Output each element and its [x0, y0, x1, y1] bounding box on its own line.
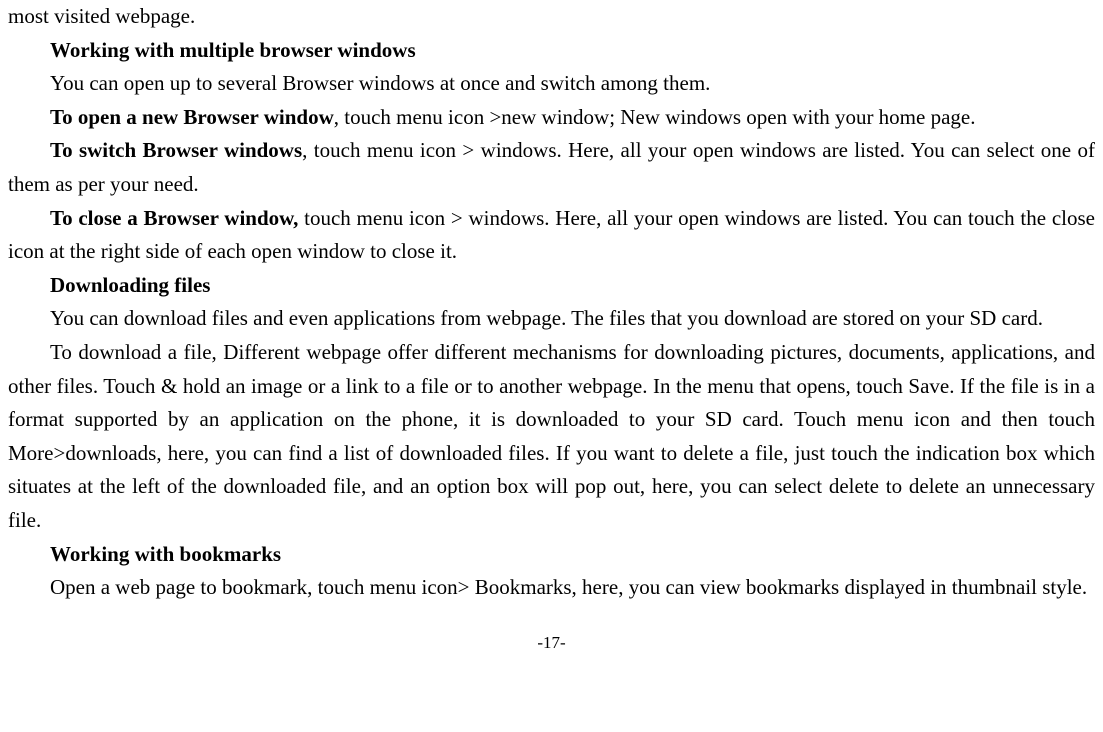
text-close-window: To close a Browser window, touch menu ic… — [8, 202, 1095, 269]
page-number: -17- — [8, 629, 1095, 656]
document-body: most visited webpage. Working with multi… — [8, 0, 1095, 605]
text-line: Open a web page to bookmark, touch menu … — [8, 571, 1095, 605]
heading-downloading-files: Downloading files — [8, 269, 1095, 303]
heading-multiple-windows: Working with multiple browser windows — [8, 34, 1095, 68]
text-line: You can open up to several Browser windo… — [8, 67, 1095, 101]
text-line: most visited webpage. — [8, 0, 1095, 34]
bold-label: To close a Browser window, — [50, 206, 298, 230]
bold-label: To switch Browser windows — [50, 138, 302, 162]
bold-label: To open a new Browser window — [50, 105, 334, 129]
text-span: , touch menu icon >new window; New windo… — [334, 105, 976, 129]
text-line: To download a file, Different webpage of… — [8, 336, 1095, 538]
text-switch-windows: To switch Browser windows, touch menu ic… — [8, 134, 1095, 201]
heading-bookmarks: Working with bookmarks — [8, 538, 1095, 572]
text-line: You can download files and even applicat… — [8, 302, 1095, 336]
text-open-new-window: To open a new Browser window, touch menu… — [8, 101, 1095, 135]
